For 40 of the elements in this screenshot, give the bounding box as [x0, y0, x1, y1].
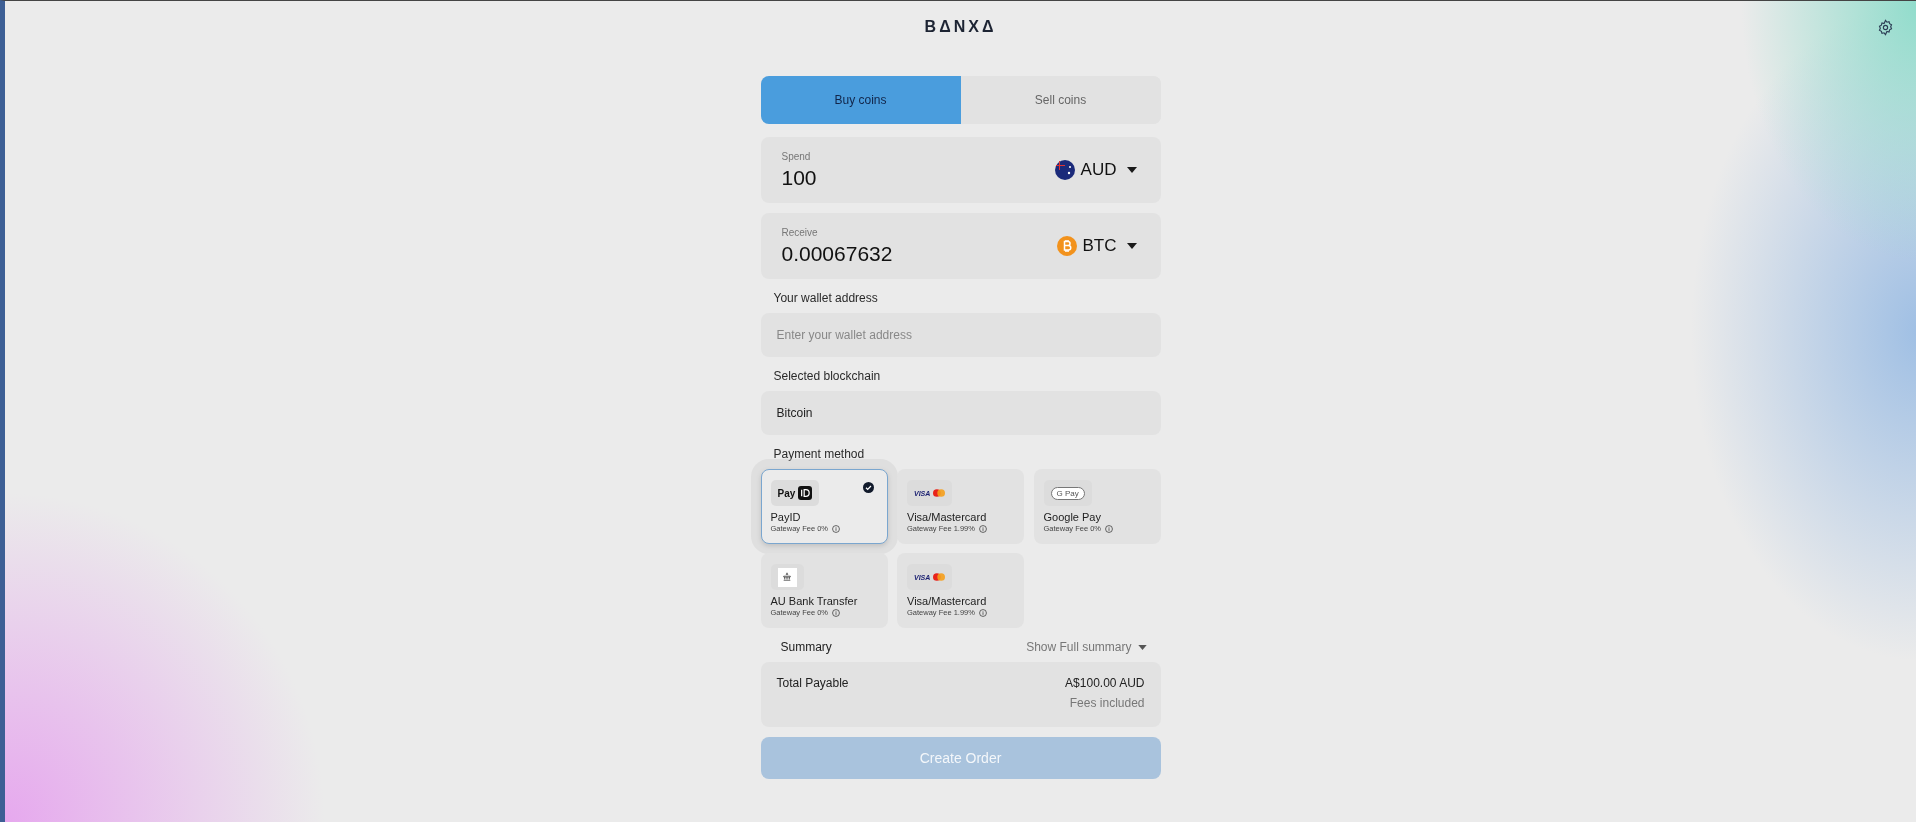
tab[interactable]: Buy coins [760, 76, 961, 124]
wallet-address-field[interactable]: Enter your wallet address [760, 313, 1161, 357]
total-amount: A$100.00 AUD [1065, 676, 1145, 690]
summary-label: Summary [780, 640, 832, 654]
info-icon[interactable] [978, 608, 987, 617]
amount-field[interactable]: Receive 0.00067632 BTC [760, 213, 1161, 279]
fees-note: Fees included [1069, 696, 1145, 710]
caret-icon[interactable] [1137, 644, 1147, 650]
caret-icon[interactable] [1126, 243, 1137, 249]
method-name: Google Pay [1043, 511, 1102, 523]
amount-field[interactable]: Spend 100 AUD [760, 137, 1161, 203]
flag-icon [1054, 160, 1075, 180]
blockchain-field[interactable]: Bitcoin [760, 391, 1161, 435]
payment-logo: G Pay [1043, 480, 1092, 506]
bitcoin-icon [1056, 236, 1077, 256]
payment-logo [770, 564, 804, 590]
field-label: Receive [781, 226, 819, 238]
method-name: AU Bank Transfer [770, 595, 859, 607]
show-summary-toggle[interactable]: Show Full summary [1026, 640, 1147, 654]
info-icon[interactable] [1105, 524, 1114, 533]
amount-value: 0.00067632 [781, 241, 893, 266]
info-icon[interactable] [978, 524, 987, 533]
currency-selector[interactable]: BTC [1056, 236, 1137, 256]
info-icon[interactable] [832, 608, 841, 617]
method-name: PayID [770, 511, 802, 523]
field-label: Selected blockchain [773, 369, 882, 383]
method-name: Visa/Mastercard [907, 511, 988, 523]
method-name: Visa/Mastercard [907, 595, 988, 607]
amount-value: 100 [781, 165, 817, 190]
info-icon[interactable] [832, 524, 841, 533]
check-icon [862, 482, 874, 493]
logo: BΔNXΔ [924, 18, 997, 36]
field-label: Your wallet address [773, 291, 879, 305]
field-label: Spend [781, 150, 812, 162]
currency-selector[interactable]: AUD [1054, 160, 1137, 180]
total-label: Total Payable [776, 676, 849, 692]
payment-logo: Pay [770, 480, 820, 506]
field-label: Payment method [773, 447, 866, 461]
caret-icon[interactable] [1126, 167, 1137, 173]
settings-icon[interactable] [1877, 19, 1894, 36]
